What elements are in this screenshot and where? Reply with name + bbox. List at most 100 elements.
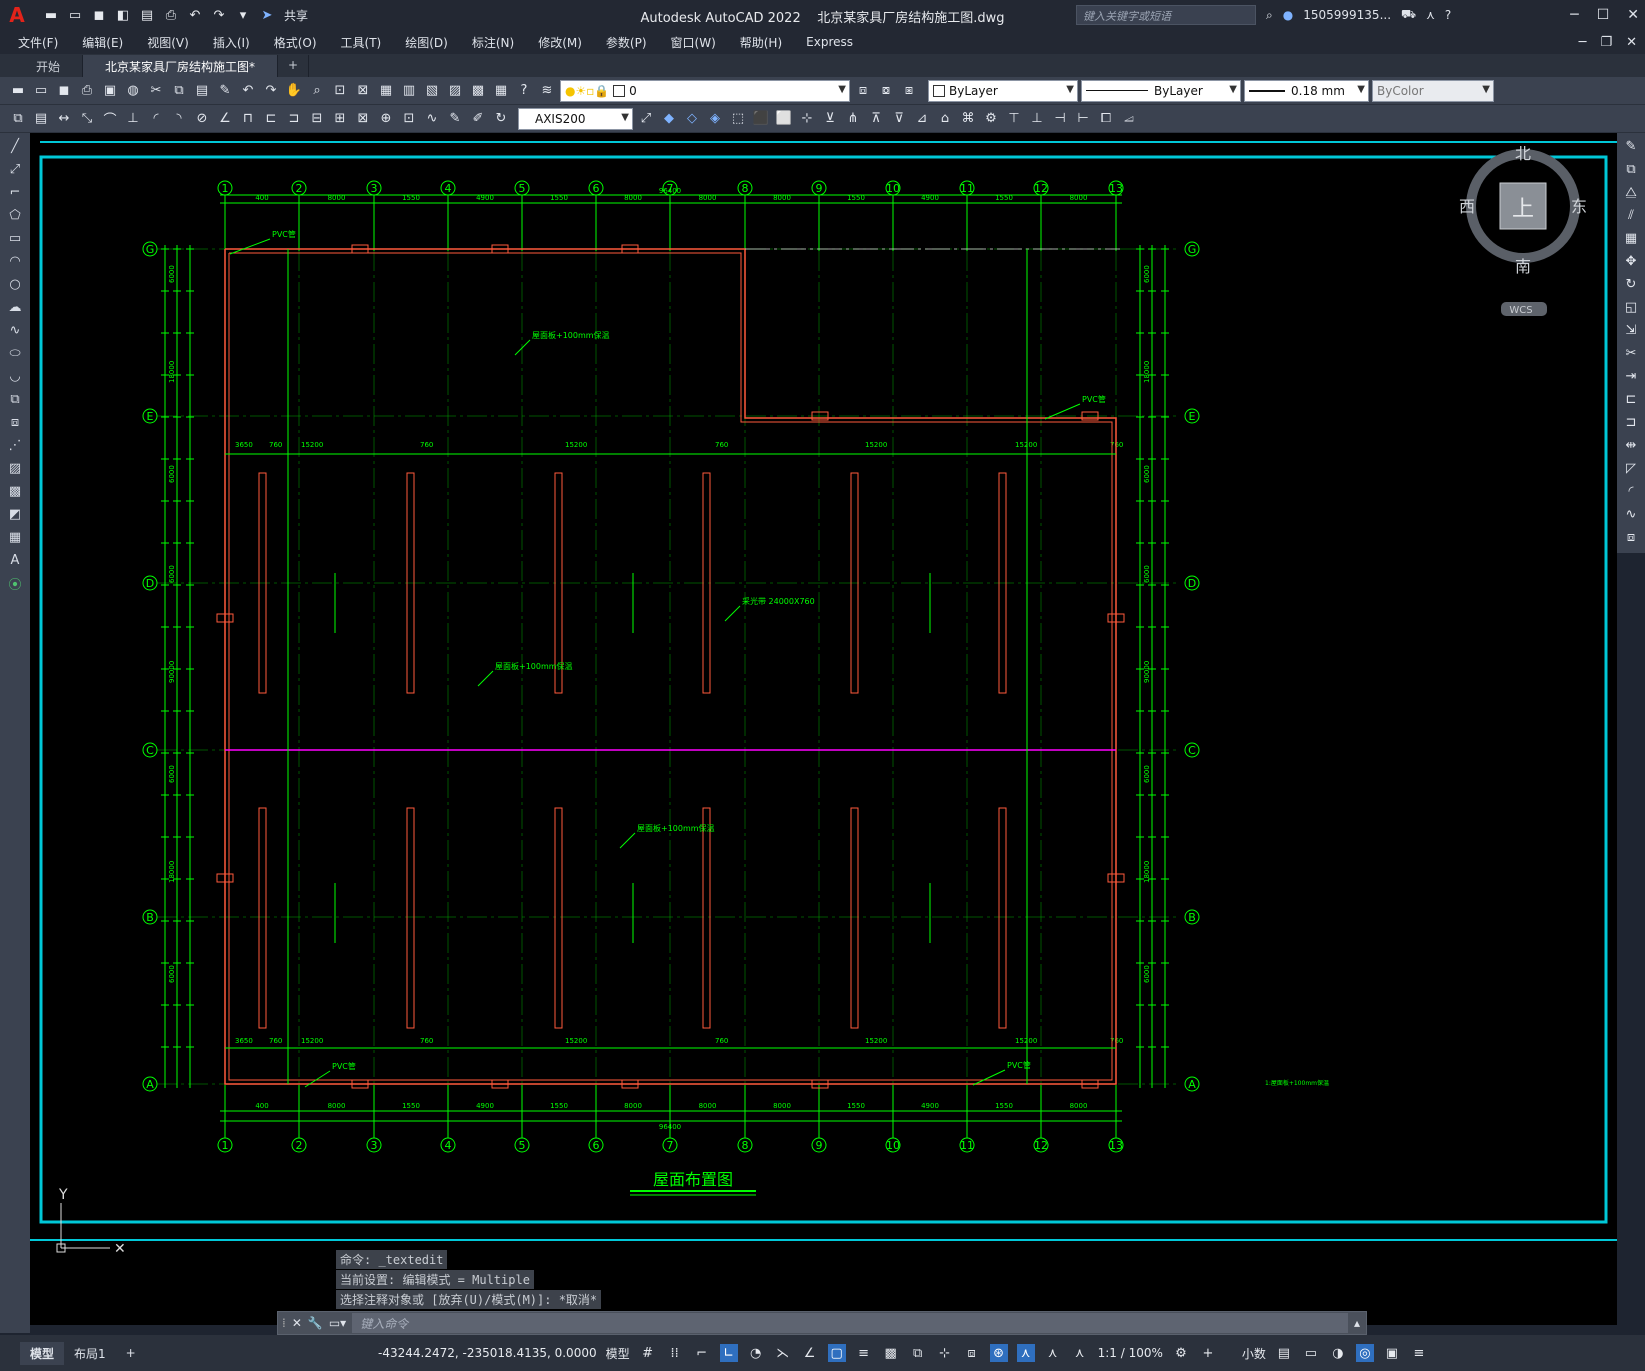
menu-modify[interactable]: 修改(M) bbox=[526, 34, 594, 51]
circle-icon[interactable]: ○ bbox=[5, 274, 25, 294]
user-icon[interactable]: ● bbox=[1283, 8, 1293, 22]
continue-icon[interactable]: ⊐ bbox=[284, 109, 304, 129]
gradient-icon[interactable]: ▩ bbox=[5, 481, 25, 501]
tab-start[interactable]: 开始 bbox=[14, 55, 84, 77]
layer-previous-icon[interactable]: ⧇ bbox=[876, 81, 896, 101]
layer-state-icon[interactable]: ⧆ bbox=[899, 81, 919, 101]
menu-help[interactable]: 帮助(H) bbox=[728, 34, 794, 51]
jogged-linear-icon[interactable]: ∿ bbox=[422, 109, 442, 129]
copy-object-icon[interactable]: ⧉ bbox=[1621, 159, 1641, 179]
menu-window[interactable]: 窗口(W) bbox=[659, 34, 728, 51]
ucs-y-icon[interactable]: ⊽ bbox=[889, 109, 909, 129]
compass-north[interactable]: 北 bbox=[1515, 144, 1531, 163]
grid-icon[interactable]: # bbox=[639, 1344, 657, 1362]
inspect-icon[interactable]: ⊡ bbox=[399, 109, 419, 129]
draworder-icon[interactable]: ⧉ bbox=[8, 109, 28, 129]
menu-file[interactable]: 文件(F) bbox=[6, 34, 70, 51]
snap-icon[interactable]: ⁞⁞ bbox=[666, 1344, 684, 1362]
menu-view[interactable]: 视图(V) bbox=[135, 34, 201, 51]
line-icon[interactable]: ╱ bbox=[5, 136, 25, 156]
compass-west[interactable]: 西 bbox=[1459, 197, 1475, 216]
search-icon[interactable]: ⌕ bbox=[1266, 8, 1273, 23]
annomonitor-icon[interactable]: + bbox=[1199, 1344, 1217, 1362]
3dosnap-icon[interactable]: ⊹ bbox=[936, 1344, 954, 1362]
layer-dropdown[interactable]: ●☀▫🔒 0 ▼ bbox=[560, 79, 850, 102]
pan-icon[interactable]: ✋ bbox=[284, 81, 304, 101]
help-icon[interactable]: ? bbox=[1445, 8, 1451, 22]
baseline-icon[interactable]: ⊏ bbox=[261, 109, 281, 129]
arc-icon[interactable]: ◠ bbox=[5, 251, 25, 271]
view-front-icon[interactable]: ⧠ bbox=[1096, 109, 1116, 129]
add-layout-button[interactable]: + bbox=[116, 1343, 146, 1363]
trim-icon[interactable]: ✂ bbox=[1621, 343, 1641, 363]
gizmo-icon[interactable]: ⊛ bbox=[989, 1344, 1008, 1362]
sheetset-icon[interactable]: ▨ bbox=[445, 81, 465, 101]
plot-icon[interactable]: ⎙ bbox=[162, 6, 180, 24]
undo-icon[interactable]: ↶ bbox=[186, 6, 204, 24]
minimize-icon[interactable]: ─ bbox=[1570, 7, 1578, 23]
quick-properties-icon[interactable]: ▤ bbox=[1275, 1344, 1293, 1362]
erase-icon[interactable]: ✎ bbox=[1621, 136, 1641, 156]
compass-east[interactable]: 东 bbox=[1571, 197, 1587, 216]
units-dropdown[interactable]: 小数 bbox=[1242, 1345, 1266, 1362]
viewcube[interactable]: 上 北 南 东 西 WCS bbox=[1458, 144, 1588, 319]
center-mark-icon[interactable]: ⊕ bbox=[376, 109, 396, 129]
save-file-icon[interactable]: ◼ bbox=[54, 81, 74, 101]
lineweight-icon[interactable]: ≡ bbox=[855, 1344, 873, 1362]
ucs-apply-icon[interactable]: ⌂ bbox=[935, 109, 955, 129]
close-cmd-icon[interactable]: ✕ bbox=[292, 1316, 302, 1330]
jogged-icon[interactable]: ◝ bbox=[169, 109, 189, 129]
scroll-up-icon[interactable]: ▴ bbox=[1354, 1316, 1360, 1330]
ucs-view-icon[interactable]: ⬜ bbox=[774, 109, 794, 129]
cart-icon[interactable]: ⛟ bbox=[1401, 7, 1416, 23]
zoom-window-icon[interactable]: ⊡ bbox=[330, 81, 350, 101]
app-logo[interactable]: A bbox=[0, 0, 34, 30]
offset-icon[interactable]: ⫽ bbox=[1621, 205, 1641, 225]
annotation-scale-icon[interactable]: ⋏ bbox=[1071, 1344, 1089, 1362]
ucs-previous-icon[interactable]: ◈ bbox=[705, 109, 725, 129]
join-icon[interactable]: ⇹ bbox=[1621, 435, 1641, 455]
polygon-icon[interactable]: ⬠ bbox=[5, 205, 25, 225]
ucs-z-icon[interactable]: ⊿ bbox=[912, 109, 932, 129]
redo-icon[interactable]: ↷ bbox=[210, 6, 228, 24]
quick-dim-icon[interactable]: ⊓ bbox=[238, 109, 258, 129]
cut-icon[interactable]: ✂ bbox=[146, 81, 166, 101]
recent-commands-icon[interactable]: ▭▾ bbox=[329, 1316, 346, 1330]
break-icon[interactable]: ⊞ bbox=[330, 109, 350, 129]
share-button[interactable]: 共享 bbox=[284, 7, 308, 24]
layer-properties-icon[interactable]: ≋ bbox=[537, 81, 557, 101]
undo-tool-icon[interactable]: ↶ bbox=[238, 81, 258, 101]
save-as-icon[interactable]: ◧ bbox=[114, 6, 132, 24]
dynamic-ucs-icon[interactable]: ⧈ bbox=[963, 1344, 981, 1362]
insert-block-icon[interactable]: ⧉ bbox=[5, 389, 25, 409]
table-icon[interactable]: ▦ bbox=[5, 527, 25, 547]
arc-length-icon[interactable]: ⌒ bbox=[100, 109, 120, 129]
dimstyle-icon[interactable]: ⤢ bbox=[636, 109, 656, 129]
break-at-point-icon[interactable]: ⊏ bbox=[1621, 389, 1641, 409]
ucs-icon[interactable]: ◆ bbox=[659, 109, 679, 129]
annotation-visibility-icon[interactable]: ⋏ bbox=[1016, 1344, 1035, 1362]
print-icon[interactable]: ⎙ bbox=[77, 81, 97, 101]
tab-drawing[interactable]: 北京某家具厂房结构施工图* bbox=[83, 55, 279, 77]
properties-icon[interactable]: ▦ bbox=[376, 81, 396, 101]
ucs-3point-icon[interactable]: ⋔ bbox=[843, 109, 863, 129]
qnew-icon[interactable]: ▬ bbox=[8, 81, 28, 101]
share-icon[interactable]: ➤ bbox=[258, 6, 276, 24]
move-icon[interactable]: ✥ bbox=[1621, 251, 1641, 271]
drawing-canvas[interactable]: 1122334455667788991010111112121313G GE ED D… bbox=[30, 133, 1617, 1325]
copy-icon[interactable]: ⧉ bbox=[169, 81, 189, 101]
infer-icon[interactable]: ⌐ bbox=[693, 1344, 711, 1362]
linear-dim-icon[interactable]: ↔ bbox=[54, 109, 74, 129]
revcloud-icon[interactable]: ☁ bbox=[5, 297, 25, 317]
make-current-icon[interactable]: ⧈ bbox=[853, 81, 873, 101]
plotstyle-dropdown[interactable]: ByColor ▼ bbox=[1372, 79, 1494, 102]
space-icon[interactable]: ⊟ bbox=[307, 109, 327, 129]
coordinates[interactable]: -43244.2472, -235018.4135, 0.0000 bbox=[378, 1346, 597, 1360]
isodraft-icon[interactable]: ⋋ bbox=[774, 1344, 792, 1362]
view-right-icon[interactable]: ⊢ bbox=[1073, 109, 1093, 129]
ucs-object-icon[interactable]: ⬛ bbox=[751, 109, 771, 129]
extend-icon[interactable]: ⇥ bbox=[1621, 366, 1641, 386]
autodesk-icon[interactable]: ⋏ bbox=[1426, 8, 1435, 22]
qa-dropdown-icon[interactable]: ▾ bbox=[234, 6, 252, 24]
rotate-icon[interactable]: ↻ bbox=[1621, 274, 1641, 294]
